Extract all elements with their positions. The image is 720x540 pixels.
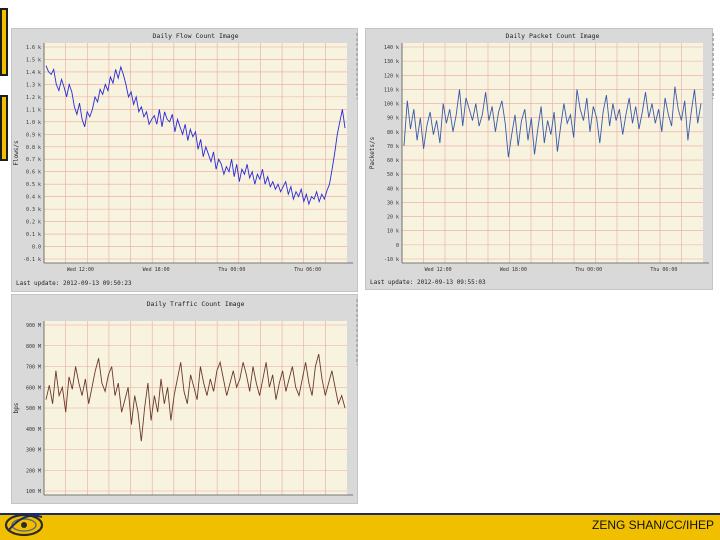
y-tick-label: 1.2 k <box>26 95 41 101</box>
x-tick-label: Wed 18:00 <box>500 267 527 273</box>
y-tick-label: 900 M <box>26 323 41 329</box>
y-tick-label: 1.0 k <box>26 120 41 126</box>
y-tick-label: 0.6 k <box>26 170 41 176</box>
y-tick-label: 0.7 k <box>26 157 41 163</box>
y-tick-label: 1.4 k <box>26 70 41 76</box>
y-tick-label: 0.3 k <box>26 207 41 213</box>
x-tick-label: Thu 00:00 <box>575 267 602 273</box>
left-accent-bar-bottom <box>0 95 8 161</box>
y-tick-label: 200 M <box>26 468 41 474</box>
x-tick-label: Wed 12:00 <box>67 267 94 273</box>
y-tick-label: 1.5 k <box>26 57 41 63</box>
x-tick-label: Wed 12:00 <box>425 267 452 273</box>
last-update-label: Last update: 2012-09-13 09:55:03 <box>370 279 486 286</box>
packet-count-chart: 140 k 130 k 120 k 110 k 100 k 90 k 80 k 70 k 60 … <box>369 32 714 286</box>
y-tick-label: 70 k <box>387 144 399 150</box>
packet-count-chart-panel: 140 k 130 k 120 k 110 k 100 k 90 k 80 k 70 k 60 … <box>365 28 714 290</box>
flow-count-chart-panel: 1.6 k 1.5 k 1.4 k 1.3 k 1.2 k 1.1 k 1.0 k 0.9 k… <box>11 28 358 292</box>
footer-divider <box>0 513 720 515</box>
y-tick-label: 110 k <box>384 87 399 93</box>
y-tick-label: 120 k <box>384 73 399 79</box>
y-tick-label: 30 k <box>387 200 399 206</box>
x-tick-label: Thu 06:00 <box>650 267 677 273</box>
left-accent-bar-top <box>0 8 8 76</box>
y-tick-label: 0 <box>396 243 399 249</box>
y-tick-label: 400 M <box>26 427 41 433</box>
y-tick-label: 100 k <box>384 102 399 108</box>
x-tick-label: Thu 06:00 <box>294 267 321 273</box>
traffic-count-chart: 900 M 800 M 700 M 600 M 500 M 400 M 300 M 200 M… <box>13 299 358 496</box>
y-tick-label: 800 M <box>26 344 41 350</box>
y-tick-label: 0.4 k <box>26 195 41 201</box>
x-tick-label: Wed 18:00 <box>143 267 170 273</box>
y-tick-label: 0.9 k <box>26 132 41 138</box>
institute-logo-icon <box>4 513 44 537</box>
y-tick-label: 100 M <box>26 489 41 495</box>
y-tick-label: 0.0 <box>32 245 41 251</box>
y-tick-label: 10 k <box>387 229 399 235</box>
y-tick-label: 1.6 k <box>26 45 41 51</box>
y-tick-label: -0.1 k <box>23 257 41 263</box>
y-tick-label: 140 k <box>384 45 399 51</box>
chart-title: Daily Flow Count Image <box>152 32 238 40</box>
y-tick-label: 1.3 k <box>26 82 41 88</box>
flow-count-chart: 1.6 k 1.5 k 1.4 k 1.3 k 1.2 k 1.1 k 1.0 k 0.9 k… <box>13 32 358 287</box>
y-tick-label: 1.1 k <box>26 107 41 113</box>
y-tick-label: 300 M <box>26 448 41 454</box>
last-update-label: Last update: 2012-09-13 09:50:23 <box>16 280 132 287</box>
y-tick-label: -10 k <box>384 257 399 263</box>
y-tick-label: 50 k <box>387 172 399 178</box>
chart-title: Daily Packet Count Image <box>506 32 600 40</box>
y-axis-label: bps <box>13 402 20 413</box>
footer-credit: ZENG SHAN/CC/IHEP <box>591 518 714 532</box>
x-tick-label: Thu 00:00 <box>218 267 245 273</box>
y-axis-label: Flows/s <box>13 140 20 166</box>
y-axis-label: Packets/s <box>369 136 376 169</box>
y-tick-label: 500 M <box>26 406 41 412</box>
traffic-count-chart-panel: 900 M 800 M 700 M 600 M 500 M 400 M 300 M 200 M… <box>11 294 358 504</box>
y-tick-label: 0.5 k <box>26 182 41 188</box>
y-tick-label: 80 k <box>387 130 399 136</box>
y-tick-label: 600 M <box>26 385 41 391</box>
y-tick-label: 40 k <box>387 186 399 192</box>
y-tick-label: 90 k <box>387 116 399 122</box>
chart-title: Daily Traffic Count Image <box>147 300 245 308</box>
y-tick-label: 700 M <box>26 365 41 371</box>
y-tick-label: 0.8 k <box>26 145 41 151</box>
y-tick-label: 20 k <box>387 215 399 221</box>
y-tick-label: 130 k <box>384 59 399 65</box>
y-tick-label: 60 k <box>387 158 399 164</box>
y-tick-label: 0.2 k <box>26 220 41 226</box>
y-tick-label: 0.1 k <box>26 232 41 238</box>
